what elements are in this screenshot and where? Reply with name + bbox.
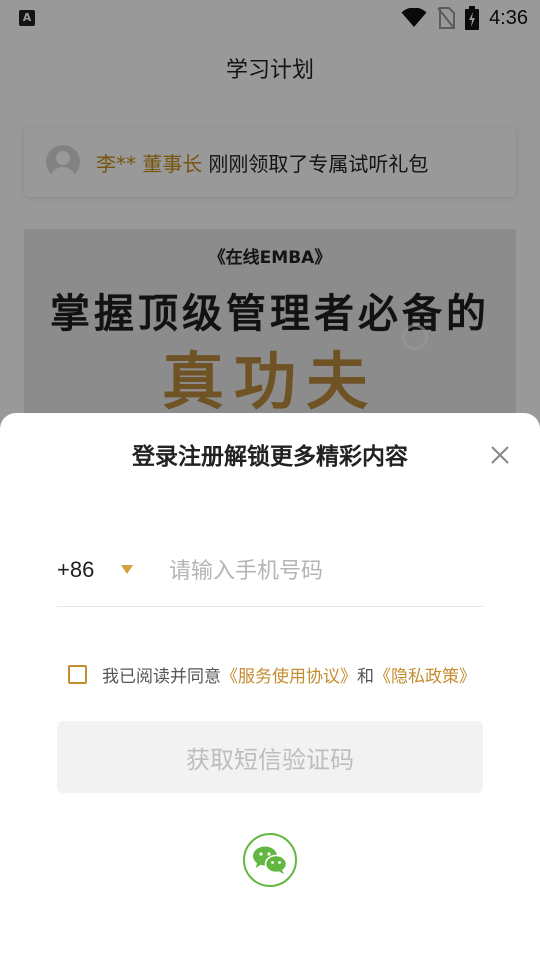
close-button[interactable] [484,439,516,471]
agreement-row: 我已阅读并同意 《服务使用协议》和《隐私政策》 [68,662,476,687]
country-code-selector[interactable]: +86 [57,557,94,583]
wechat-login-button[interactable] [243,833,297,887]
chevron-down-icon[interactable] [121,565,133,574]
wechat-icon [253,846,288,874]
sheet-title: 登录注册解锁更多精彩内容 [132,444,408,470]
close-icon [491,446,509,464]
service-agreement-link[interactable]: 《服务使用协议》 [221,662,357,687]
agreement-prefix: 我已阅读并同意 [102,666,221,687]
phone-input-row: +86 [57,543,483,607]
agreement-checkbox[interactable] [68,664,87,684]
phone-number-input[interactable] [169,551,469,591]
privacy-policy-link[interactable]: 《隐私政策》 [374,662,476,687]
login-sheet: 登录注册解锁更多精彩内容 +86 我已阅读并同意《服务使用协议》和《隐私政策》 … [0,413,540,960]
agreement-joiner: 和 [357,666,374,687]
get-sms-code-button[interactable]: 获取短信验证码 [57,721,483,793]
